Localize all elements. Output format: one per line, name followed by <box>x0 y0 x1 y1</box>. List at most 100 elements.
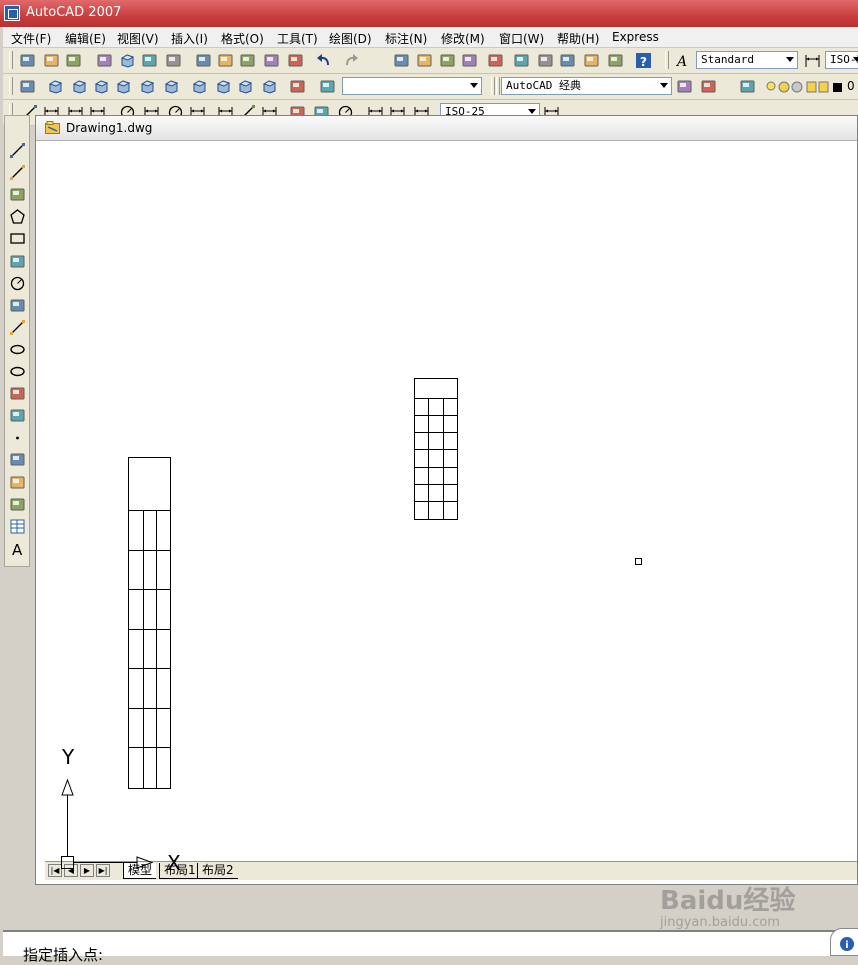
spline-icon[interactable] <box>9 319 26 336</box>
chevron-down-icon[interactable] <box>660 83 668 88</box>
point-icon[interactable] <box>9 429 26 446</box>
calculator-icon[interactable] <box>607 52 624 69</box>
current-layer: 0 <box>847 79 855 93</box>
dim-style-icon[interactable] <box>804 52 821 69</box>
toolbar-grip[interactable] <box>491 77 495 95</box>
rectangle-icon[interactable] <box>9 230 26 247</box>
plot-icon[interactable] <box>96 52 113 69</box>
polyline-icon[interactable] <box>9 186 26 203</box>
dim-style-combo[interactable]: ISO-2 <box>825 51 858 69</box>
menu-11[interactable]: Express <box>612 30 659 44</box>
plot-preview-icon[interactable] <box>119 52 136 69</box>
menu-5[interactable]: 工具(T) <box>277 30 318 47</box>
layer-control[interactable]: 0 <box>765 79 858 95</box>
paste-icon[interactable] <box>239 52 256 69</box>
autocad-app-icon[interactable] <box>4 5 20 21</box>
se-iso-icon[interactable] <box>215 78 232 95</box>
menu-1[interactable]: 编辑(E) <box>65 30 106 47</box>
small-table[interactable] <box>414 378 458 520</box>
comm-center-icon[interactable]: i <box>830 928 858 956</box>
menu-2[interactable]: 视图(V) <box>117 30 159 47</box>
insert-block-icon[interactable] <box>9 385 26 402</box>
workspace-combo[interactable]: AutoCAD 经典 <box>501 77 672 95</box>
chevron-down-icon[interactable] <box>528 109 536 114</box>
my-workspace-icon[interactable] <box>700 78 717 95</box>
menu-4[interactable]: 格式(O) <box>221 30 264 47</box>
sw-iso-icon[interactable] <box>191 78 208 95</box>
hatch-icon[interactable] <box>9 451 26 468</box>
ne-iso-icon[interactable] <box>237 78 254 95</box>
standard-toolbar: ? A Standard ISO-2 <box>3 48 858 74</box>
arc-icon[interactable] <box>9 253 26 270</box>
ucs-icon[interactable] <box>19 78 36 95</box>
open-icon[interactable] <box>43 52 60 69</box>
copy-icon[interactable] <box>217 52 234 69</box>
layer-manager-icon[interactable] <box>739 78 756 95</box>
named-view-combo[interactable] <box>342 77 482 95</box>
nw-iso-icon[interactable] <box>261 78 278 95</box>
match-properties-icon[interactable] <box>263 52 280 69</box>
menu-8[interactable]: 修改(M) <box>441 30 485 47</box>
zoom-previous-icon[interactable] <box>461 52 478 69</box>
properties-icon[interactable] <box>487 52 504 69</box>
new-icon[interactable] <box>19 52 36 69</box>
ellipse-icon[interactable] <box>9 341 26 358</box>
chevron-down-icon[interactable] <box>786 57 794 62</box>
toolbar-grip[interactable] <box>9 51 13 69</box>
markup-icon[interactable] <box>583 52 600 69</box>
cut-icon[interactable] <box>195 52 212 69</box>
tool-palettes-icon[interactable] <box>537 52 554 69</box>
polygon-icon[interactable] <box>9 208 26 225</box>
undo-icon[interactable] <box>315 52 332 69</box>
left-view-icon[interactable] <box>93 78 110 95</box>
top-view-icon[interactable] <box>47 78 64 95</box>
save-icon[interactable] <box>65 52 82 69</box>
publish-icon[interactable] <box>141 52 158 69</box>
pickbox-cursor <box>635 558 642 565</box>
menu-0[interactable]: 文件(F) <box>11 30 51 47</box>
toolbar-grip[interactable] <box>496 77 500 95</box>
toolbar-grip[interactable] <box>9 77 13 95</box>
ucs-origin-icon[interactable] <box>319 78 336 95</box>
sheet-set-icon[interactable] <box>559 52 576 69</box>
bottom-view-icon[interactable] <box>71 78 88 95</box>
menu-9[interactable]: 窗口(W) <box>499 30 544 47</box>
redo-icon[interactable] <box>343 52 360 69</box>
toolbar-grip[interactable] <box>665 51 669 69</box>
front-view-icon[interactable] <box>139 78 156 95</box>
construction-line-icon[interactable] <box>9 164 26 181</box>
tab-layout2[interactable]: 布局2 <box>197 863 238 879</box>
workspace-settings-icon[interactable] <box>676 78 693 95</box>
design-center-icon[interactable] <box>513 52 530 69</box>
zoom-window-icon[interactable] <box>439 52 456 69</box>
menu-10[interactable]: 帮助(H) <box>557 30 599 47</box>
pan-icon[interactable] <box>393 52 410 69</box>
draw-toolbar: A <box>4 115 30 567</box>
region-icon[interactable] <box>9 496 26 513</box>
chevron-down-icon[interactable] <box>470 83 478 88</box>
menu-3[interactable]: 插入(I) <box>171 30 208 47</box>
ucs-y-label: Y <box>61 745 75 769</box>
gradient-icon[interactable] <box>9 474 26 491</box>
ellipse-arc-icon[interactable] <box>9 363 26 380</box>
right-view-icon[interactable] <box>115 78 132 95</box>
chevron-down-icon[interactable] <box>853 57 858 62</box>
3d-dwf-icon[interactable] <box>165 52 182 69</box>
menu-7[interactable]: 标注(N) <box>385 30 427 47</box>
line-icon[interactable] <box>9 142 26 159</box>
camera-icon[interactable] <box>289 78 306 95</box>
table-icon[interactable] <box>9 518 26 535</box>
command-line[interactable]: 指定插入点: <box>3 930 858 964</box>
revision-cloud-icon[interactable] <box>9 297 26 314</box>
text-style-icon[interactable]: A <box>675 52 692 69</box>
help-icon[interactable]: ? <box>635 52 652 69</box>
multiline-text-icon[interactable]: A <box>9 540 26 557</box>
text-style-combo[interactable]: Standard <box>696 51 798 69</box>
block-editor-icon[interactable] <box>287 52 304 69</box>
back-view-icon[interactable] <box>163 78 180 95</box>
menu-6[interactable]: 绘图(D) <box>329 30 372 47</box>
circle-icon[interactable] <box>9 275 26 292</box>
tall-table[interactable] <box>128 457 171 789</box>
zoom-realtime-icon[interactable] <box>416 52 433 69</box>
make-block-icon[interactable] <box>9 407 26 424</box>
